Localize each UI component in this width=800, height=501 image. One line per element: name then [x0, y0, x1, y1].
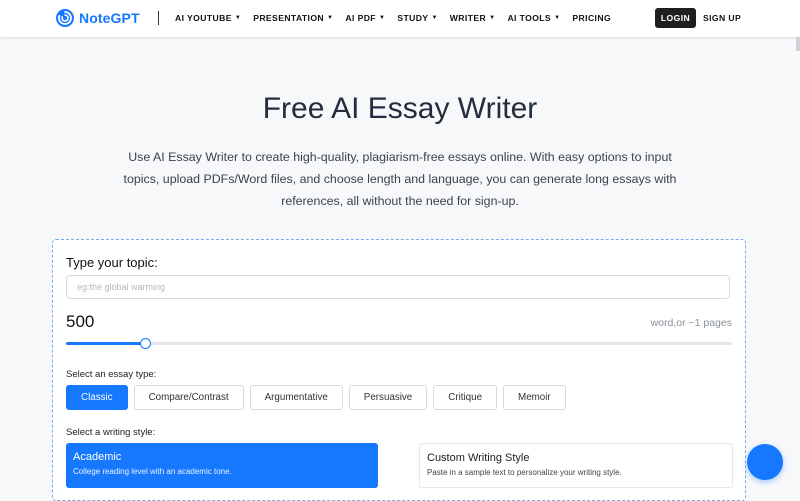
- nav-item-label: PRICING: [572, 13, 612, 23]
- style-description: College reading level with an academic t…: [73, 467, 232, 476]
- writing-style-label: Select a writing style:: [66, 427, 156, 438]
- style-name: Academic: [73, 451, 122, 463]
- nav-item-label: STUDY: [397, 13, 429, 23]
- signup-link[interactable]: SIGN UP: [703, 13, 741, 23]
- nav-item-ai-pdf[interactable]: AI PDF ▼: [345, 13, 385, 23]
- caret-down-icon: ▼: [431, 15, 438, 21]
- essay-type-classic[interactable]: Classic: [66, 385, 128, 410]
- nav-item-label: AI TOOLS: [507, 13, 552, 23]
- writing-style-academic[interactable]: Academic College reading level with an a…: [66, 443, 378, 488]
- nav-item-label: AI YOUTUBE: [175, 13, 232, 23]
- slider-handle[interactable]: [139, 338, 151, 349]
- main-nav: AI YOUTUBE ▼ PRESENTATION ▼ AI PDF ▼ STUDY ▼…: [175, 13, 611, 23]
- login-button[interactable]: LOGIN: [655, 8, 696, 28]
- essay-type-persuasive[interactable]: Persuasive: [348, 385, 428, 410]
- essay-type-memoir[interactable]: Memoir: [503, 385, 566, 410]
- essay-type-critique[interactable]: Critique: [433, 385, 498, 410]
- nav-divider: [158, 11, 159, 25]
- caret-down-icon: ▼: [378, 15, 386, 21]
- essay-form-card: Type your topic: 500 word,or ~1 pages Se…: [52, 239, 746, 501]
- scrollbar-thumb[interactable]: [796, 37, 800, 51]
- page-title: Free AI Essay Writer: [262, 92, 538, 125]
- word-count-slider[interactable]: [66, 338, 732, 349]
- topic-label: Type your topic:: [66, 255, 158, 270]
- caret-down-icon: ▼: [327, 15, 334, 21]
- page-description: Use AI Essay Writer to create high-quali…: [123, 150, 677, 208]
- caret-down-icon: ▼: [234, 15, 242, 21]
- writing-style-custom[interactable]: Custom Writing Style Paste in a sample t…: [419, 443, 733, 488]
- essay-type-label: Select an essay type:: [66, 369, 157, 380]
- floating-chat-button[interactable]: [747, 444, 783, 480]
- style-name: Custom Writing Style: [427, 452, 530, 464]
- word-count-value: 500: [66, 312, 95, 331]
- nav-item-writer[interactable]: WRITER ▼: [450, 13, 496, 23]
- notegpt-logo-icon: [56, 9, 74, 27]
- essay-type-argumentative[interactable]: Argumentative: [249, 385, 343, 410]
- nav-item-ai-youtube[interactable]: AI YOUTUBE ▼: [175, 13, 241, 23]
- caret-down-icon: ▼: [554, 15, 561, 21]
- word-count-note: word,or ~1 pages: [650, 317, 732, 329]
- nav-item-label: WRITER: [449, 13, 487, 23]
- style-description: Paste in a sample text to personalize yo…: [427, 468, 622, 477]
- slider-fill: [66, 342, 145, 345]
- top-navigation-bar: NoteGPT AI YOUTUBE ▼ PRESENTATION ▼ AI PDF…: [0, 0, 800, 37]
- nav-item-study[interactable]: STUDY ▼: [397, 13, 437, 23]
- nav-item-label: PRESENTATION: [253, 13, 325, 23]
- nav-item-label: AI PDF: [345, 13, 376, 23]
- logo[interactable]: NoteGPT: [55, 8, 140, 28]
- nav-item-pricing[interactable]: PRICING: [572, 13, 611, 23]
- essay-type-compare-contrast[interactable]: Compare/Contrast: [133, 385, 244, 410]
- topic-input[interactable]: [66, 275, 730, 299]
- logo-text: NoteGPT: [79, 10, 140, 26]
- nav-item-presentation[interactable]: PRESENTATION ▼: [253, 13, 333, 23]
- essay-type-options: Classic Compare/Contrast Argumentative P…: [66, 385, 566, 410]
- caret-down-icon: ▼: [489, 15, 496, 21]
- nav-item-ai-tools[interactable]: AI TOOLS ▼: [507, 13, 560, 23]
